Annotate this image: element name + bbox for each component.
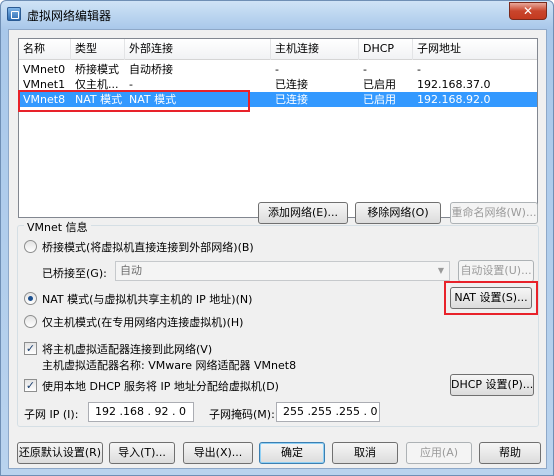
- subnet-mask-input[interactable]: 255 .255 .255 . 0: [276, 402, 380, 422]
- cancel-button[interactable]: 取消: [332, 442, 398, 464]
- close-button[interactable]: ✕: [509, 2, 547, 20]
- cell-external: 自动桥接: [129, 63, 173, 76]
- column-header-dhcp[interactable]: DHCP: [359, 39, 413, 60]
- connect-adapter-checkbox[interactable]: ✓: [24, 342, 37, 355]
- list-header: 名称 类型 外部连接 主机连接 DHCP 子网地址: [19, 39, 537, 60]
- bridge-mode-radio[interactable]: [24, 240, 37, 253]
- cell-dhcp: 已启用: [363, 78, 396, 91]
- remove-network-button[interactable]: 移除网络(O): [355, 202, 441, 224]
- window-title: 虚拟网络编辑器: [27, 9, 112, 23]
- network-list[interactable]: 名称 类型 外部连接 主机连接 DHCP 子网地址 VMnet0 桥接模式 自动…: [18, 38, 538, 218]
- apply-button[interactable]: 应用(A): [406, 442, 472, 464]
- cell-subnet: -: [417, 63, 421, 76]
- bridged-to-label: 已桥接至(G):: [42, 267, 107, 280]
- cell-subnet: 192.168.37.0: [417, 78, 491, 91]
- bridge-mode-label[interactable]: 桥接模式(将虚拟机直接连接到外部网络)(B): [42, 239, 254, 255]
- export-button[interactable]: 导出(X)...: [183, 442, 253, 464]
- column-header-subnet[interactable]: 子网地址: [413, 39, 537, 60]
- cell-name: VMnet0: [23, 63, 66, 76]
- auto-settings-button[interactable]: 自动设置(U)...: [458, 260, 534, 282]
- table-row[interactable]: VMnet0 桥接模式 自动桥接 - - -: [19, 62, 537, 77]
- restore-defaults-button[interactable]: 还原默认设置(R): [17, 442, 103, 464]
- cell-dhcp: 已启用: [363, 93, 396, 106]
- host-only-label[interactable]: 仅主机模式(在专用网络内连接虚拟机)(H): [42, 314, 243, 330]
- app-icon: [7, 7, 21, 21]
- vmnet-info-group: VMnet 信息 桥接模式(将虚拟机直接连接到外部网络)(B) 已桥接至(G):…: [17, 219, 539, 427]
- adapter-name-label: 主机虚拟适配器名称: VMware 网络适配器 VMnet8: [42, 359, 297, 372]
- virtual-network-editor-window: 虚拟网络编辑器 ✕ 名称 类型 外部连接 主机连接 DHCP 子网地址 VMne…: [0, 0, 554, 476]
- nat-mode-label[interactable]: NAT 模式(与虚拟机共享主机的 IP 地址)(N): [42, 291, 252, 307]
- ok-button[interactable]: 确定: [259, 442, 325, 464]
- cell-host: 已连接: [275, 93, 308, 106]
- subnet-ip-label: 子网 IP (I):: [24, 408, 79, 421]
- bridged-to-select[interactable]: 自动 ▼: [115, 261, 450, 281]
- cell-subnet: 192.168.92.0: [417, 93, 491, 106]
- nat-settings-button[interactable]: NAT 设置(S)...: [450, 287, 532, 309]
- connect-adapter-label[interactable]: 将主机虚拟适配器连接到此网络(V): [42, 341, 212, 357]
- cell-type: 仅主机...: [75, 78, 119, 91]
- table-row-selected[interactable]: VMnet8 NAT 模式 NAT 模式 已连接 已启用 192.168.92.…: [19, 92, 537, 107]
- add-network-button[interactable]: 添加网络(E)...: [258, 202, 348, 224]
- column-header-name[interactable]: 名称: [19, 39, 71, 60]
- import-button[interactable]: 导入(T)...: [109, 442, 175, 464]
- dhcp-checkbox[interactable]: ✓: [24, 379, 37, 392]
- host-only-radio[interactable]: [24, 315, 37, 328]
- column-header-type[interactable]: 类型: [71, 39, 125, 60]
- dhcp-label[interactable]: 使用本地 DHCP 服务将 IP 地址分配给虚拟机(D): [42, 378, 279, 394]
- dhcp-settings-button[interactable]: DHCP 设置(P)...: [450, 374, 534, 396]
- subnet-ip-input[interactable]: 192 .168 . 92 . 0: [88, 402, 194, 422]
- cell-type: NAT 模式: [75, 93, 123, 106]
- group-title: VMnet 信息: [24, 219, 91, 235]
- cell-external: -: [129, 78, 133, 91]
- title-bar[interactable]: 虚拟网络编辑器 ✕: [1, 1, 553, 27]
- bridged-to-value: 自动: [120, 264, 142, 277]
- cell-type: 桥接模式: [75, 63, 119, 76]
- subnet-mask-label: 子网掩码(M):: [209, 408, 275, 421]
- nat-mode-radio[interactable]: [24, 292, 37, 305]
- cell-dhcp: -: [363, 63, 367, 76]
- dialog-client-area: 名称 类型 外部连接 主机连接 DHCP 子网地址 VMnet0 桥接模式 自动…: [8, 29, 547, 469]
- cell-host: 已连接: [275, 78, 308, 91]
- cell-external: NAT 模式: [129, 93, 177, 106]
- table-row[interactable]: VMnet1 仅主机... - 已连接 已启用 192.168.37.0: [19, 77, 537, 92]
- column-header-host[interactable]: 主机连接: [271, 39, 359, 60]
- help-button[interactable]: 帮助: [479, 442, 541, 464]
- chevron-down-icon: ▼: [437, 266, 445, 275]
- cell-host: -: [275, 63, 279, 76]
- close-icon: ✕: [522, 4, 534, 18]
- cell-name: VMnet1: [23, 78, 66, 91]
- column-header-external[interactable]: 外部连接: [125, 39, 271, 60]
- cell-name: VMnet8: [23, 93, 66, 106]
- rename-network-button[interactable]: 重命名网络(W)...: [450, 202, 538, 224]
